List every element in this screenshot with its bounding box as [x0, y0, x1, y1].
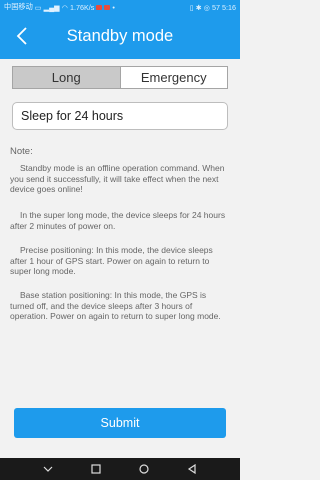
app-notification-icon-2: [104, 4, 111, 10]
tab-long[interactable]: Long: [13, 67, 120, 88]
note-paragraph-standby: Standby mode is an offline operation com…: [10, 163, 225, 194]
location-icon: ◎: [203, 2, 210, 12]
clock-time: 5:16: [222, 2, 236, 12]
tab-emergency[interactable]: Emergency: [119, 67, 228, 88]
note-paragraph-super-long: In the super long mode, the device sleep…: [10, 210, 226, 231]
note-paragraph-precise: Precise positioning: In this mode, the d…: [10, 245, 213, 276]
status-bar: 中国移动 ▭ ▂▄▆ ◠ 1.76K/s • ▯ ✱ ◎ 57 5:16: [0, 0, 240, 14]
system-nav-bar: [0, 458, 240, 480]
note-title: Note:: [10, 146, 33, 157]
submit-button[interactable]: Submit: [14, 408, 226, 438]
app-notification-icon: [96, 4, 103, 10]
network-speed: 1.76K/s: [70, 2, 95, 12]
hd-icon: ▭: [34, 2, 42, 12]
carrier-label: 中国移动: [4, 2, 33, 11]
home-icon[interactable]: [139, 464, 149, 474]
status-right: ▯ ✱ ◎ 57 5:16: [190, 3, 236, 12]
wifi-icon: ◠: [61, 2, 68, 12]
title-bar: Standby mode: [0, 14, 240, 59]
recent-apps-icon[interactable]: [91, 464, 101, 474]
mode-segmented-control: Long Emergency: [12, 66, 228, 89]
sleep-duration-select[interactable]: Sleep for 24 hours: [12, 102, 228, 130]
signal-icon: ▂▄▆: [43, 2, 60, 12]
collapse-chevron-icon[interactable]: [43, 464, 53, 474]
status-left: 中国移动 ▭ ▂▄▆ ◠ 1.76K/s •: [4, 2, 115, 12]
back-triangle-icon[interactable]: [187, 464, 197, 474]
vibrate-icon: ▯: [189, 2, 194, 12]
bluetooth-icon: ✱: [195, 2, 202, 12]
battery-level: 57: [212, 2, 220, 12]
page-title: Standby mode: [66, 27, 174, 45]
dot-icon: •: [112, 2, 115, 12]
note-paragraph-base-station: Base station positioning: In this mode, …: [10, 290, 221, 321]
